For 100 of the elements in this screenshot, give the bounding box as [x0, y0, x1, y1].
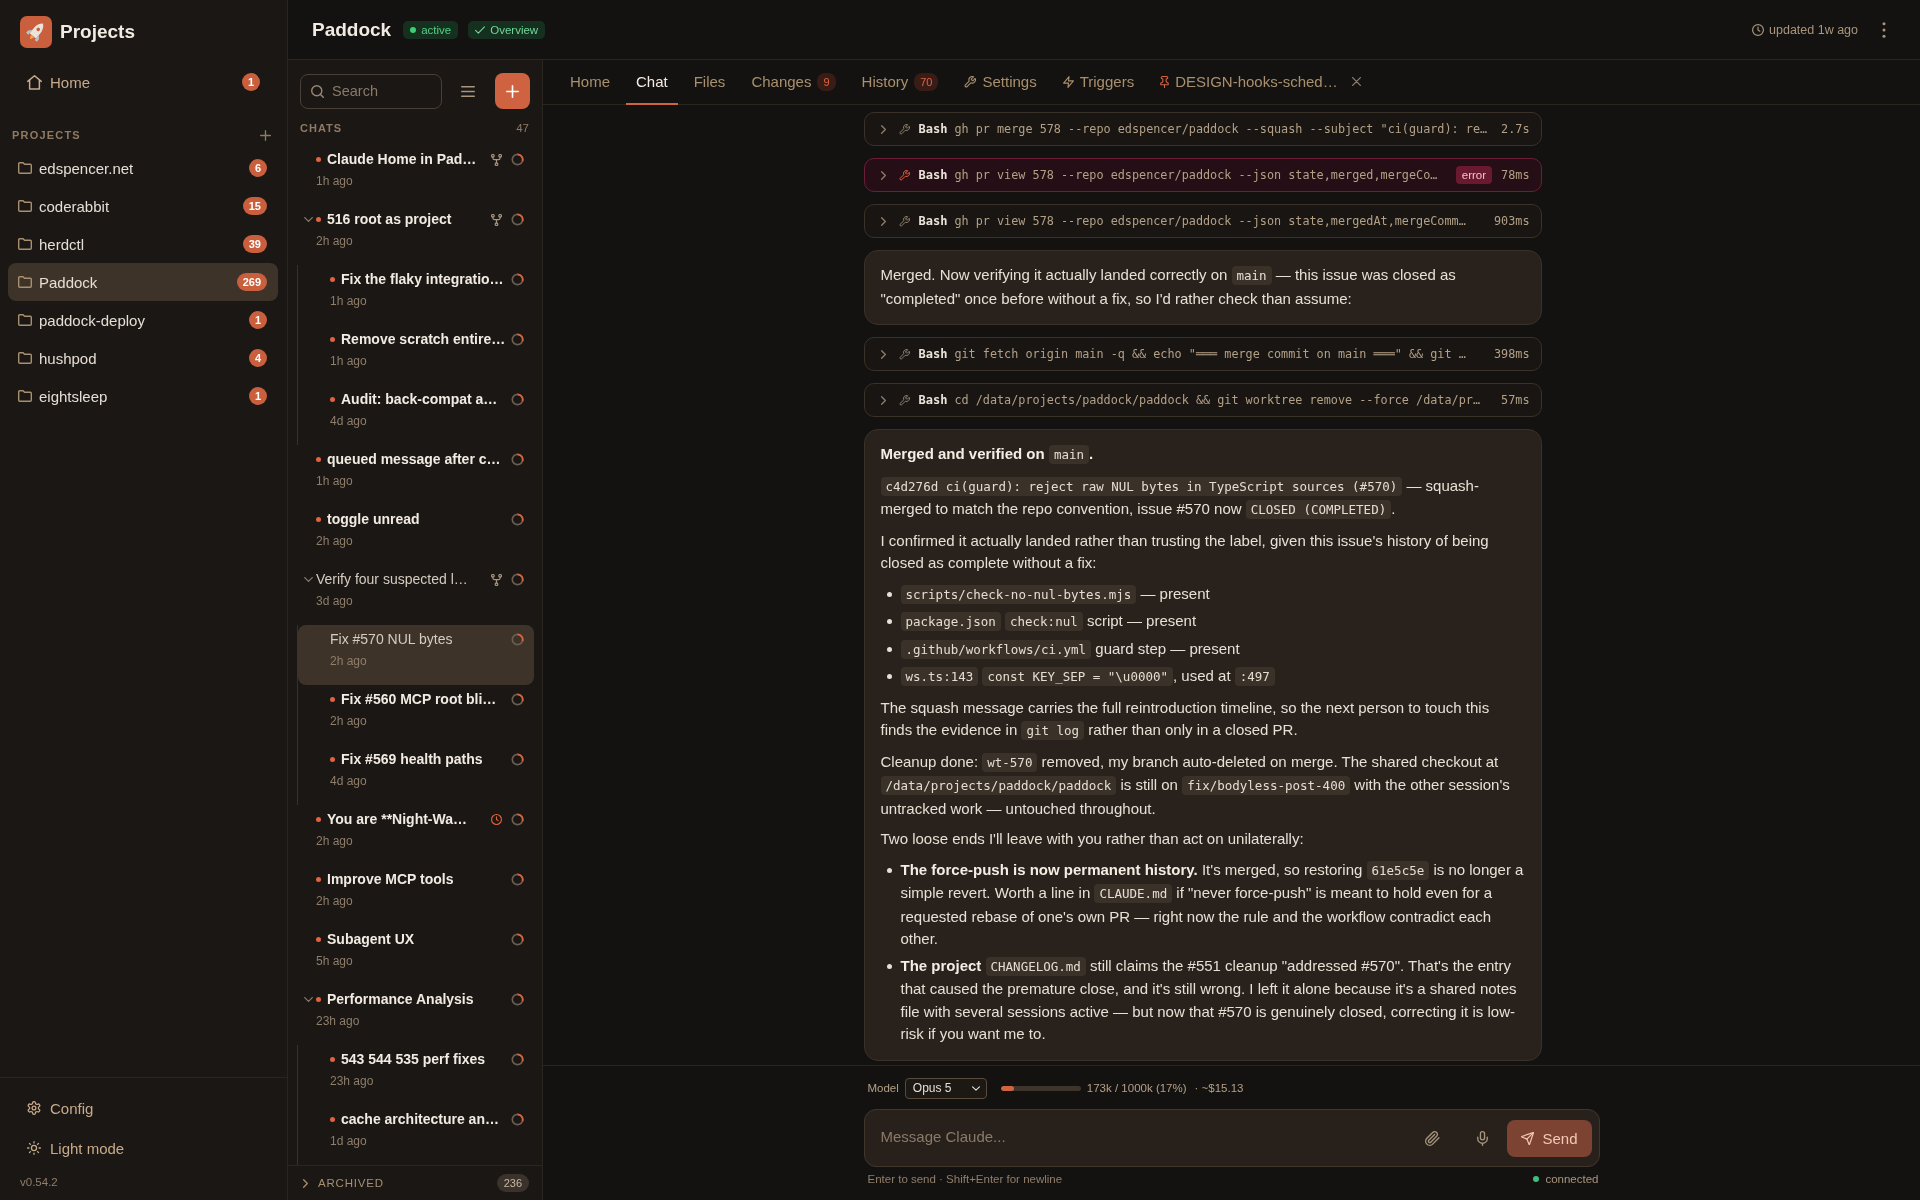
- count-badge: 236: [496, 1174, 529, 1192]
- bullet-icon: [886, 646, 892, 652]
- wrench-icon: [898, 348, 910, 360]
- new-chat-button[interactable]: [495, 73, 530, 109]
- clock-icon: [1752, 23, 1765, 36]
- chat-item[interactable]: 516 root as project 2h ago: [296, 205, 534, 265]
- chat-time: 2h ago: [316, 533, 354, 549]
- chevron-icon: [880, 170, 886, 180]
- chat-item[interactable]: Verify four suspected l… 3d ago: [296, 565, 534, 625]
- chat-time: 2h ago: [316, 233, 354, 249]
- message-text: Merged. Now verifying it actually landed correctly on main — this issue was closed as "completed" once before without a fix, so I'd rather check than assume:: [880, 265, 1457, 309]
- progress-ring-icon: [511, 153, 524, 166]
- chat-item[interactable]: Claude Home in Pad… 1h ago: [296, 145, 534, 205]
- chat-title: You are **Night-Wa…: [327, 811, 467, 828]
- tool-call-row[interactable]: Bash cd /data/projects/paddock/paddock && git worktree remove --force /data/pr… 57ms: [863, 383, 1542, 417]
- tab[interactable]: Files: [683, 60, 736, 105]
- config-button[interactable]: Config: [27, 1092, 94, 1124]
- chat-item[interactable]: Subagent UX 5h ago: [296, 925, 534, 985]
- home-link[interactable]: Home 1: [12, 66, 270, 98]
- vertical-dots-icon: [1882, 21, 1886, 38]
- chat-item[interactable]: You are **Night-Wa… 2h ago: [296, 805, 534, 865]
- close-icon[interactable]: [1351, 77, 1361, 86]
- chat-title: toggle unread: [327, 511, 420, 528]
- tool-call-row[interactable]: Bash git fetch origin main -q && echo "═══ merge commit on main ═══" && git … 398ms: [863, 337, 1542, 371]
- branch-icon: [491, 573, 502, 586]
- tool-name: Bash: [918, 347, 948, 361]
- message-composer[interactable]: Message Claude... Send: [863, 1109, 1600, 1167]
- unread-dot-icon: [330, 1057, 335, 1062]
- menu-icon: [461, 85, 475, 97]
- search-input[interactable]: Search: [332, 83, 431, 99]
- tab[interactable]: Home: [560, 60, 620, 105]
- tab[interactable]: Settings: [954, 60, 1047, 105]
- message-text: Cleanup done: wt-570 removed, my branch auto-deleted on merge. The shared checkout at /data/projects/paddock/paddock is still on fix/bodyless-post-400 with the other session's untracked work — untouched throughout.: [880, 751, 1511, 819]
- chat-time: 2h ago: [316, 893, 354, 909]
- model-select[interactable]: Opus 5: [904, 1077, 987, 1099]
- chat-item[interactable]: Audit: back-compat a… 4d ago: [298, 385, 534, 445]
- add-project-button[interactable]: [260, 129, 271, 141]
- plus-icon: [260, 129, 271, 141]
- check-icon: [475, 25, 486, 34]
- chat-title: Fix #570 NUL bytes: [330, 631, 453, 648]
- more-menu-button[interactable]: [1882, 21, 1886, 38]
- chat-time: 4d ago: [330, 413, 368, 429]
- chat-item[interactable]: queued message after c… 1h ago: [296, 445, 534, 505]
- tool-call-row[interactable]: Bash gh pr view 578 --repo edspencer/paddock --json state,merged,mergeCo… error 78ms: [863, 158, 1542, 192]
- project-item[interactable]: paddock-deploy 1: [8, 301, 278, 339]
- tab[interactable]: Triggers: [1052, 60, 1145, 105]
- send-button[interactable]: Send: [1507, 1119, 1592, 1157]
- overview-button[interactable]: Overview: [468, 20, 546, 39]
- chat-time: 3d ago: [316, 593, 354, 609]
- tool-call-row[interactable]: Bash gh pr merge 578 --repo edspencer/paddock --squash --subject "ci(guard): re… 2.7s: [863, 112, 1542, 146]
- chat-title: queued message after c…: [327, 451, 501, 468]
- folder-icon: [18, 352, 32, 364]
- paperclip-icon: [1424, 1130, 1440, 1146]
- connection-status: connected: [1545, 1173, 1599, 1185]
- search-field[interactable]: Search: [300, 73, 442, 109]
- chat-item[interactable]: cache architecture an… 1d ago: [298, 1105, 534, 1165]
- chat-item[interactable]: 543 544 535 perf fixes 23h ago: [298, 1045, 534, 1105]
- tool-call-row[interactable]: Bash gh pr view 578 --repo edspencer/paddock --json state,mergedAt,mergeComm… 903ms: [863, 204, 1542, 238]
- list-item-text: .github/workflows/ci.yml guard step — present: [900, 637, 1240, 661]
- project-item[interactable]: edspencer.net 6: [8, 149, 278, 187]
- unread-dot-icon: [330, 1117, 335, 1122]
- progress-ring-icon: [511, 393, 524, 406]
- chat-title: cache architecture an…: [341, 1111, 499, 1128]
- list-item-text: ws.ts:143 const KEY_SEP = "\u0000" , used at :497: [900, 665, 1275, 689]
- wrench-icon: [898, 394, 910, 406]
- archived-toggle[interactable]: ARCHIVED 236: [288, 1165, 542, 1200]
- chat-title: Fix #569 health paths: [341, 751, 483, 768]
- project-item[interactable]: Paddock 269: [8, 263, 278, 301]
- lightning-icon: [1062, 75, 1074, 88]
- wrench-icon: [898, 169, 910, 181]
- project-item[interactable]: herdctl 39: [8, 225, 278, 263]
- unread-dot-icon: [316, 877, 321, 882]
- chat-item[interactable]: Fix the flaky integratio… 1h ago: [298, 265, 534, 325]
- message-input[interactable]: Message Claude...: [880, 1124, 1419, 1148]
- tab[interactable]: Changes 9: [741, 60, 846, 105]
- chat-time: 1h ago: [330, 353, 368, 369]
- tab[interactable]: DESIGN-hooks-sched…: [1150, 60, 1371, 105]
- project-item[interactable]: coderabbit 15: [8, 187, 278, 225]
- chat-item[interactable]: Fix #560 MCP root bli… 2h ago: [298, 685, 534, 745]
- chat-item[interactable]: Fix #570 NUL bytes 2h ago: [298, 625, 534, 685]
- unread-dot-icon: [330, 757, 335, 762]
- project-item[interactable]: hushpod 4: [8, 339, 278, 377]
- project-item[interactable]: eightsleep 1: [8, 377, 278, 415]
- unread-dot-icon: [316, 157, 321, 162]
- chat-count: 47: [516, 122, 529, 134]
- list-item-text: scripts/check-no-nul-bytes.mjs — present: [900, 582, 1210, 606]
- chevron-icon: [880, 395, 886, 405]
- duration-text: 57ms: [1501, 393, 1530, 407]
- context-usage-text: 173k / 1000k (17%): [1086, 1082, 1187, 1094]
- chat-title: Verify four suspected l…: [316, 571, 468, 588]
- theme-toggle-button[interactable]: Light mode: [27, 1132, 125, 1164]
- chat-title: Performance Analysis: [327, 991, 474, 1008]
- chat-item[interactable]: Performance Analysis 23h ago: [296, 985, 534, 1045]
- chat-item[interactable]: Fix #569 health paths 4d ago: [298, 745, 534, 805]
- chat-item[interactable]: Remove scratch entire… 1h ago: [298, 325, 534, 385]
- chat-title: Fix the flaky integratio…: [341, 271, 504, 288]
- chat-item[interactable]: toggle unread 2h ago: [296, 505, 534, 565]
- chat-item[interactable]: Improve MCP tools 2h ago: [296, 865, 534, 925]
- folder-icon: [18, 200, 32, 212]
- tab[interactable]: History 70: [851, 60, 949, 105]
